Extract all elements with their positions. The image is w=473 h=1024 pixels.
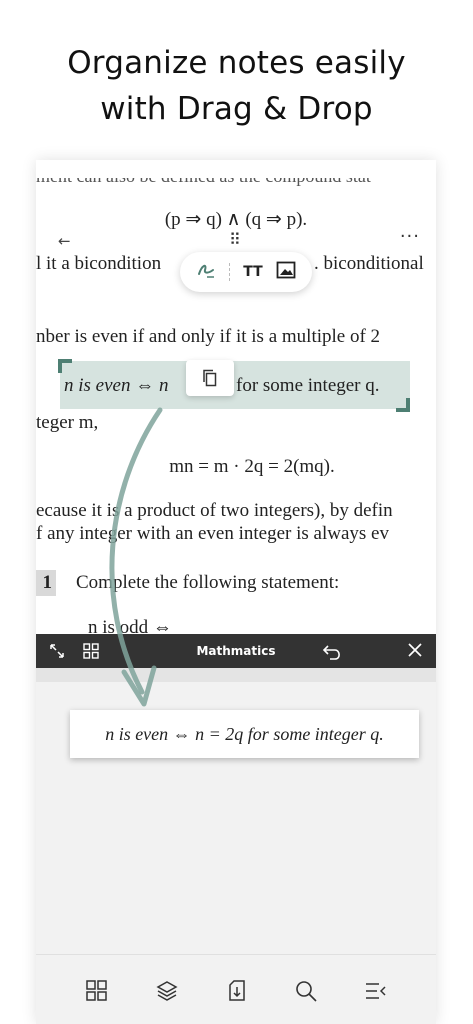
more-options-icon[interactable]: ···: [400, 226, 420, 247]
notes-panel-subbar: [36, 668, 436, 682]
copy-button[interactable]: [186, 360, 234, 396]
drag-grip-icon[interactable]: ⠿: [229, 230, 241, 249]
selection-toolbar: TT: [180, 252, 312, 292]
any-integer-line: f any integer with an even integer is al…: [36, 523, 389, 544]
selection-handle-top-left[interactable]: [58, 359, 72, 373]
pages-grid-icon[interactable]: [85, 979, 109, 1003]
dropped-note-text: n is even ⇔ n = 2q for some integer q.: [105, 724, 384, 744]
bicond-line-left: l it a bicondition: [36, 253, 162, 274]
text-icon[interactable]: TT: [243, 264, 262, 280]
equation-1: (p ⇒ q) ∧ (q ⇒ p).: [164, 209, 308, 230]
even-definition-line: nber is even if and only if it is a mult…: [36, 326, 381, 347]
selected-text-left: n is even ⇔ n: [64, 375, 168, 397]
selected-text-right: for some integer q.: [236, 375, 380, 396]
phone-screen: ment can also be defined as the compound…: [36, 160, 436, 1024]
odd-line: n is odd ⇔: [88, 617, 172, 635]
promo-line-1: Organize notes easily: [67, 45, 406, 81]
question-number: 1: [36, 570, 56, 596]
close-icon[interactable]: [406, 634, 424, 668]
because-line: ecause it is a product of two integers),…: [36, 500, 393, 521]
selection-handle-bottom-right[interactable]: [396, 398, 410, 412]
back-arrow-icon[interactable]: ←: [58, 232, 71, 250]
page-top-icons: ← ⠿ ···: [36, 226, 436, 252]
odd-line-value: n is odd ⇔: [88, 617, 172, 635]
equation-2: mn = m · 2q = 2(mq).: [169, 456, 335, 477]
promo-line-2: with Drag & Drop: [100, 91, 373, 127]
bottom-toolbar: [36, 954, 436, 1024]
cut-off-line: ment can also be defined as the compound…: [36, 166, 371, 186]
notes-panel-title: Mathmatics: [196, 644, 276, 658]
pen-icon[interactable]: [196, 261, 216, 283]
export-page-icon[interactable]: [225, 979, 249, 1003]
notes-panel-bar: Mathmatics: [36, 634, 436, 668]
toolbar-separator: [229, 263, 231, 281]
promo-headline: Organize notes easily with Drag & Drop: [0, 40, 473, 132]
bicond-line-right: . biconditional: [314, 253, 424, 274]
integer-line: teger m,: [36, 412, 99, 433]
dropped-note-card[interactable]: n is even ⇔ n = 2q for some integer q.: [70, 710, 419, 758]
image-icon[interactable]: [276, 261, 296, 283]
document-view: ment can also be defined as the compound…: [36, 160, 436, 635]
question-text: Complete the following statement:: [76, 572, 340, 593]
copy-icon: [203, 369, 217, 387]
selected-text-left-value: n is even ⇔ n: [64, 375, 169, 396]
undo-icon[interactable]: [322, 634, 344, 668]
outline-menu-icon[interactable]: [364, 979, 388, 1003]
layers-icon[interactable]: [155, 979, 179, 1003]
search-icon[interactable]: [294, 979, 318, 1003]
